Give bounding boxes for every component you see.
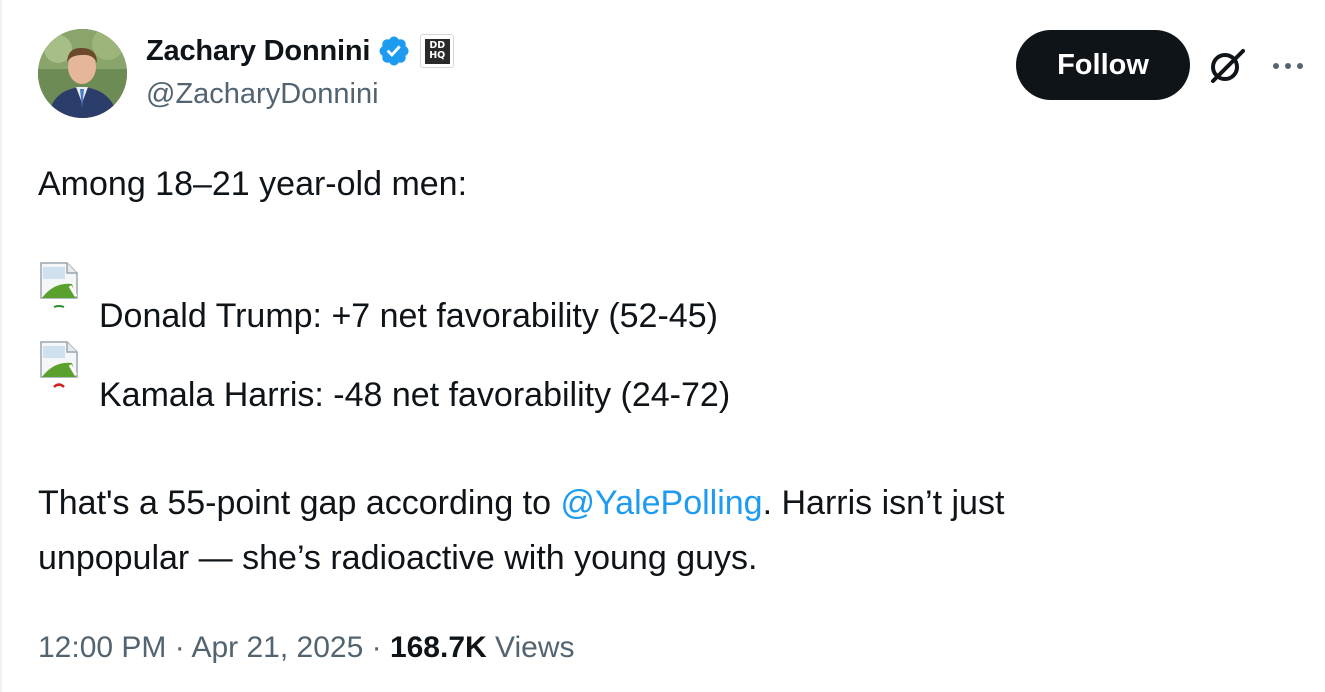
- follow-button[interactable]: Follow: [1016, 30, 1190, 100]
- tweet-gap-line-2: unpopular — she’s radioactive with young…: [38, 539, 758, 577]
- tweet-intro-text: Among 18–21 year-old men:: [38, 165, 468, 203]
- tweet-date[interactable]: Apr 21, 2025: [191, 631, 363, 664]
- meta-separator: ·: [174, 631, 185, 664]
- grok-icon[interactable]: [1207, 45, 1247, 85]
- tweet-time[interactable]: 12:00 PM: [38, 631, 166, 664]
- affiliate-badge-icon[interactable]: DD HQ: [420, 34, 455, 68]
- broken-image-icon: [40, 262, 78, 308]
- views-count: 168.7K: [389, 631, 487, 664]
- affiliate-badge-line-2: HQ: [429, 50, 446, 61]
- mention-link[interactable]: @YalePolling: [560, 484, 762, 522]
- tweet-gap-line-1: That's a 55-point gap according to @Yale…: [38, 483, 1004, 523]
- verified-badge-icon[interactable]: [377, 34, 411, 68]
- tweet-metadata: 12:00 PM · Apr 21, 2025 · 168.7K Views: [38, 628, 575, 668]
- author-name-row: Zachary Donnini DD HQ: [146, 30, 455, 72]
- more-options-icon[interactable]: [1268, 46, 1308, 86]
- avatar[interactable]: [38, 29, 127, 118]
- views-label: Views: [495, 631, 575, 664]
- author-display-name[interactable]: Zachary Donnini: [146, 35, 370, 68]
- broken-image-icon: [40, 341, 78, 388]
- meta-separator: ·: [371, 631, 382, 664]
- tweet-gap-suffix: . Harris isn’t just: [762, 484, 1005, 522]
- tweet-item-trump: Donald Trump: +7 net favorability (52-45…: [99, 297, 718, 335]
- tweet-item-harris: Kamala Harris: -48 net favorability (24-…: [99, 376, 731, 414]
- tweet-gap-prefix: That's a 55-point gap according to: [38, 484, 561, 522]
- author-handle[interactable]: @ZacharyDonnini: [146, 78, 379, 111]
- left-border: [0, 0, 2, 692]
